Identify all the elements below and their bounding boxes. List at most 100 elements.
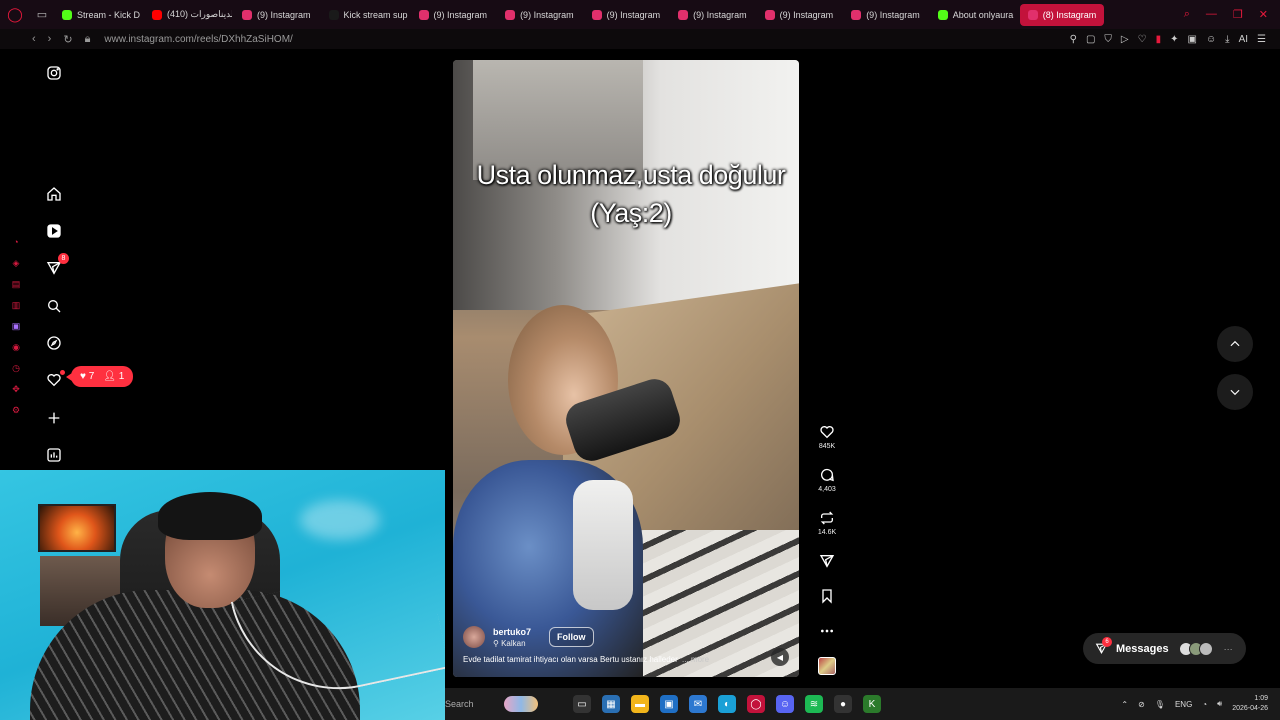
edge-icon[interactable]: ◐ <box>718 695 736 713</box>
browser-tab[interactable]: (410) الديناصورات <box>144 4 232 26</box>
browser-tab[interactable]: (9) Instagram <box>670 4 755 26</box>
follow-button[interactable]: Follow <box>549 627 594 647</box>
reels-icon[interactable] <box>44 221 64 241</box>
messages-more-icon[interactable]: ··· <box>1224 644 1233 654</box>
file-explorer-icon[interactable]: ▬ <box>631 695 649 713</box>
browser-tab[interactable]: (9) Instagram <box>584 4 669 26</box>
url-field[interactable]: www.instagram.com/reels/DXhhZaSiHOM/ <box>104 34 292 45</box>
task-view-icon[interactable]: ▭ <box>573 695 591 713</box>
pin-icon[interactable]: ⚲ <box>1070 34 1077 45</box>
audio-thumbnail[interactable] <box>818 657 836 675</box>
reel-video[interactable]: Usta olunmaz,usta doğulur (Yaş:2) bertuk… <box>453 60 799 677</box>
audio-action[interactable] <box>812 657 842 675</box>
maximize-icon[interactable]: ❐ <box>1233 8 1243 21</box>
tab-favicon-icon <box>937 9 948 20</box>
tray-volume-icon[interactable]: 🔊︎ <box>1217 699 1222 709</box>
tray-clock[interactable]: 1:09 2026-04-26 <box>1232 694 1268 714</box>
minimize-icon[interactable]: — <box>1206 8 1217 21</box>
browser-tab[interactable]: About onlyaura <box>930 4 1018 26</box>
kick-icon[interactable]: K <box>863 695 881 713</box>
tray-network-icon[interactable]: ⊘ <box>1138 700 1145 709</box>
home-icon[interactable] <box>44 184 64 204</box>
forward-icon[interactable]: › <box>48 33 52 46</box>
outlook-icon[interactable]: ✉ <box>689 695 707 713</box>
spotify-icon[interactable]: ≋ <box>805 695 823 713</box>
save-action[interactable] <box>812 588 842 604</box>
taskbar-search[interactable]: Search <box>445 688 565 720</box>
profile-icon[interactable]: ☺ <box>1206 34 1216 45</box>
menu-icon[interactable]: ☰ <box>1257 34 1266 45</box>
tray-language[interactable]: ENG <box>1175 700 1192 709</box>
likes-activity: ♥ 7 <box>80 371 95 382</box>
tab-overview-icon[interactable]: ▭ <box>30 8 54 21</box>
like-action[interactable]: 845K <box>812 424 842 450</box>
mute-icon[interactable]: ◀︎ <box>771 648 789 666</box>
search-icon[interactable] <box>44 296 64 316</box>
opera-logo-icon[interactable]: ◯ <box>0 0 30 29</box>
ai-button[interactable]: AI <box>1239 34 1248 45</box>
browser-tab[interactable]: Kick stream sup <box>321 4 409 26</box>
tray-mic-icon[interactable]: 🎙︎ <box>1155 700 1165 709</box>
sidebar-notes-icon[interactable]: ▥ <box>12 299 21 311</box>
author-avatar[interactable] <box>463 626 485 648</box>
author-username[interactable]: bertuko7 <box>493 627 531 637</box>
discord-icon[interactable]: ☺ <box>776 695 794 713</box>
extensions-icon[interactable]: ✦ <box>1170 34 1178 45</box>
wallet-icon[interactable]: ▣ <box>1187 34 1196 45</box>
activity-bubble[interactable]: ♥ 7 👤︎ 1 <box>65 366 134 387</box>
followers-activity: 👤︎ 1 <box>103 371 125 382</box>
dashboard-icon[interactable] <box>44 445 64 465</box>
browser-tab[interactable]: (9) Instagram <box>497 4 582 26</box>
widgets-icon[interactable]: ▦ <box>602 695 620 713</box>
messages-avatars <box>1178 641 1213 656</box>
repost-action[interactable]: 14.6K <box>812 510 842 536</box>
bookmark-heart-icon[interactable]: ♡ <box>1138 34 1147 45</box>
previous-reel-button[interactable] <box>1217 326 1253 362</box>
create-icon[interactable] <box>44 408 64 428</box>
sidebar-extensions-icon[interactable]: ✥ <box>12 383 20 395</box>
notifications-heart-icon[interactable] <box>44 370 65 390</box>
author-location[interactable]: ⚲ Kalkan <box>493 639 531 648</box>
tray-wifi-icon[interactable]: ◔ <box>1202 700 1207 709</box>
sidebar-player-icon[interactable]: ◉ <box>12 341 20 353</box>
more-options-action[interactable] <box>812 623 842 639</box>
browser-tab[interactable]: (9) Instagram <box>757 4 842 26</box>
browser-tab[interactable]: (8) Instagram <box>1019 3 1105 26</box>
sidebar-twitch-icon[interactable]: ▣ <box>12 320 21 332</box>
back-icon[interactable]: ‹ <box>32 33 36 46</box>
window-controls: ⌕ — ❐ ✕ <box>1184 8 1280 21</box>
repost-count: 14.6K <box>817 529 837 536</box>
sidebar-workspace-icon[interactable]: ◈ <box>13 257 20 269</box>
browser-tab[interactable]: (9) Instagram <box>843 4 928 26</box>
shield-icon[interactable]: ⛉ <box>1104 34 1112 45</box>
search-tabs-icon[interactable]: ⌕ <box>1184 8 1190 21</box>
downloads-icon[interactable]: ⤓ <box>1225 34 1229 45</box>
store-icon[interactable]: ▣ <box>660 695 678 713</box>
close-icon[interactable]: ✕ <box>1259 8 1268 21</box>
player-icon[interactable]: ▷ <box>1121 34 1129 45</box>
address-bar: ‹ › ↻ 🔒︎ www.instagram.com/reels/DXhhZaS… <box>0 29 1280 49</box>
app-icon[interactable]: ● <box>834 695 852 713</box>
browser-tab[interactable]: (9) Instagram <box>411 4 496 26</box>
tab-favicon-icon <box>242 9 252 20</box>
messages-icon[interactable]: 8 <box>44 253 69 278</box>
snapshot-icon[interactable]: ▢ <box>1086 34 1095 45</box>
sidebar-pinboard-icon[interactable]: ▤ <box>12 278 21 290</box>
tray-chevron-icon[interactable]: ⌃ <box>1121 700 1128 709</box>
sidebar-history-icon[interactable]: ◔ <box>13 236 18 248</box>
comment-action[interactable]: 4,403 <box>812 467 842 493</box>
explore-icon[interactable] <box>44 333 64 353</box>
vpn-icon[interactable]: ▮ <box>1156 34 1162 45</box>
more-link[interactable]: ... more <box>682 655 709 664</box>
opera-icon[interactable]: ◯ <box>747 695 765 713</box>
share-action[interactable] <box>812 553 842 569</box>
sidebar-clock-icon[interactable]: ◷ <box>12 362 20 374</box>
sidebar-settings-icon[interactable]: ⚙ <box>12 404 20 416</box>
browser-tab[interactable]: (9) Instagram <box>234 4 319 26</box>
instagram-logo-icon[interactable] <box>44 63 64 83</box>
messages-pill[interactable]: 6 Messages ··· <box>1083 633 1246 664</box>
tray-time: 1:09 <box>1254 695 1268 702</box>
browser-tab[interactable]: Stream - Kick D <box>54 4 142 26</box>
reload-icon[interactable]: ↻ <box>63 33 72 46</box>
next-reel-button[interactable] <box>1217 374 1253 410</box>
